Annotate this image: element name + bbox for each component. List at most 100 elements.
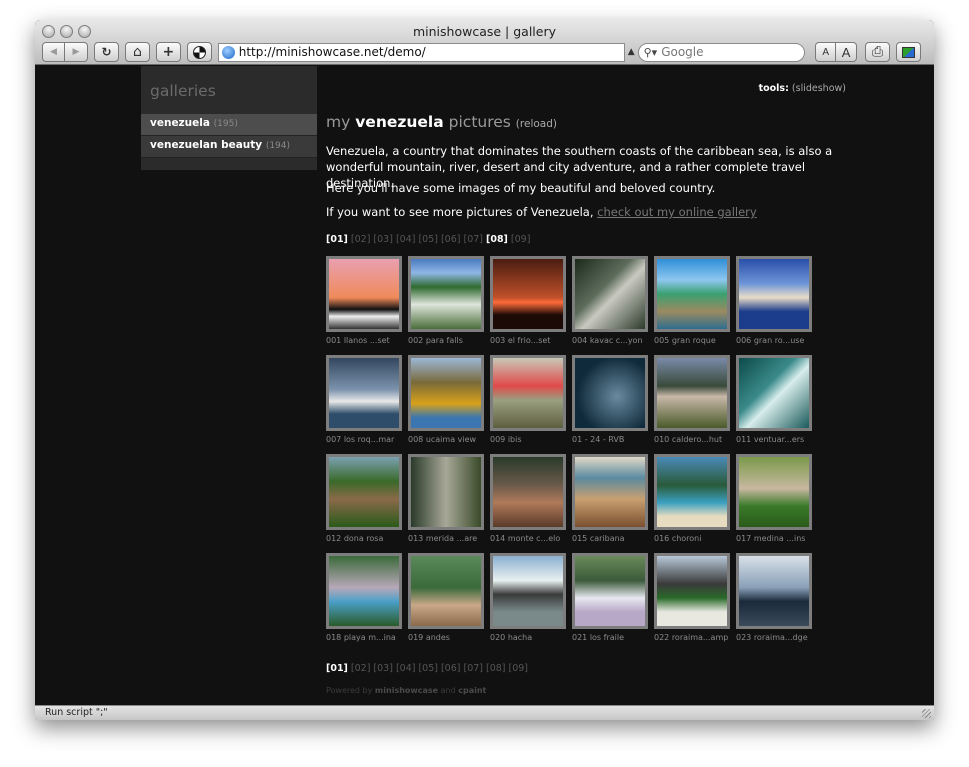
text-smaller-button[interactable]: A bbox=[815, 42, 837, 62]
thumbnail[interactable]: 012 dona rosa bbox=[326, 454, 402, 543]
thumbnail[interactable]: 010 caldero...hut bbox=[654, 355, 730, 444]
page-link[interactable]: [07] bbox=[463, 663, 483, 674]
thumbnail-image[interactable] bbox=[736, 454, 812, 530]
thumbnail-image[interactable] bbox=[490, 355, 566, 431]
page-link[interactable]: [06] bbox=[441, 234, 461, 245]
page-link[interactable]: [03] bbox=[373, 234, 393, 245]
thumbnail[interactable]: 006 gran ro...use bbox=[736, 256, 812, 345]
sidebar-item-label: venezuela bbox=[150, 117, 210, 129]
print-button[interactable]: ⎙ bbox=[865, 42, 891, 62]
snapback-button[interactable] bbox=[186, 42, 212, 62]
thumbnail-image[interactable] bbox=[654, 553, 730, 629]
add-bookmark-button[interactable]: + bbox=[155, 42, 181, 62]
powered-prefix: Powered by bbox=[326, 686, 375, 695]
page-link[interactable]: [03] bbox=[373, 663, 393, 674]
online-gallery-link[interactable]: check out my online gallery bbox=[597, 205, 757, 219]
thumbnail[interactable]: 002 para falls bbox=[408, 256, 484, 345]
thumbnail[interactable]: 01 - 24 - RVB bbox=[572, 355, 648, 444]
page-link[interactable]: [01] bbox=[326, 234, 348, 245]
page-link[interactable]: [09] bbox=[509, 663, 529, 674]
sidebar-item-venezuelan-beauty[interactable]: venezuelan beauty (194) bbox=[141, 136, 317, 158]
thumbnail-image[interactable] bbox=[572, 355, 648, 431]
thumbnail[interactable]: 003 el frio...set bbox=[490, 256, 566, 345]
thumbnail-image[interactable] bbox=[490, 256, 566, 332]
thumbnail[interactable]: 008 ucaima view bbox=[408, 355, 484, 444]
search-input[interactable]: ⚲▾ Google bbox=[637, 42, 806, 62]
page-link[interactable]: [09] bbox=[511, 234, 531, 245]
thumbnail[interactable]: 014 monte c...elo bbox=[490, 454, 566, 543]
reload-button[interactable]: ↻ bbox=[94, 42, 119, 62]
thumbnail-image[interactable] bbox=[490, 454, 566, 530]
thumbnail[interactable]: 016 choroni bbox=[654, 454, 730, 543]
text-bigger-button[interactable]: A bbox=[836, 42, 858, 62]
thumbnail[interactable]: 004 kavac c...yon bbox=[572, 256, 648, 345]
page-link[interactable]: [05] bbox=[418, 234, 438, 245]
thumbnail-image[interactable] bbox=[326, 355, 402, 431]
thumbnail-image[interactable] bbox=[326, 553, 402, 629]
thumbnail[interactable]: 015 caribana bbox=[572, 454, 648, 543]
thumbnail-image[interactable] bbox=[654, 355, 730, 431]
window-title: minishowcase | gallery bbox=[412, 24, 556, 39]
page-link[interactable]: [07] bbox=[463, 234, 483, 245]
slideshow-link[interactable]: (slideshow) bbox=[792, 83, 846, 94]
minishowcase-link[interactable]: minishowcase bbox=[375, 686, 438, 695]
thumbnail[interactable]: 011 ventuar...ers bbox=[736, 355, 812, 444]
window-button[interactable] bbox=[896, 42, 921, 62]
thumbnail[interactable]: 009 ibis bbox=[490, 355, 566, 444]
thumbnail[interactable]: 017 medina ...ins bbox=[736, 454, 812, 543]
intro-paragraph-3: If you want to see more pictures of Vene… bbox=[326, 204, 846, 220]
thumbnail[interactable]: 001 llanos ...set bbox=[326, 256, 402, 345]
reload-link[interactable]: (reload) bbox=[516, 118, 557, 130]
thumbnail-caption: 007 los roq...mar bbox=[326, 435, 395, 444]
cpaint-link[interactable]: cpaint bbox=[458, 686, 486, 695]
thumbnail-image[interactable] bbox=[408, 553, 484, 629]
page-link[interactable]: [01] bbox=[326, 663, 348, 674]
sidebar-item-venezuela[interactable]: venezuela (195) bbox=[141, 114, 317, 136]
thumbnail-image[interactable] bbox=[736, 256, 812, 332]
thumbnail[interactable]: 021 los fraile bbox=[572, 553, 648, 642]
thumbnail[interactable]: 005 gran roque bbox=[654, 256, 730, 345]
home-button[interactable]: ⌂ bbox=[124, 42, 150, 62]
thumbnail-image[interactable] bbox=[326, 454, 402, 530]
thumbnail[interactable]: 013 merida ...are bbox=[408, 454, 484, 543]
page-link[interactable]: [08] bbox=[486, 663, 506, 674]
title-gallery-name: venezuela bbox=[355, 113, 444, 131]
thumbnail-image[interactable] bbox=[408, 355, 484, 431]
browser-window: minishowcase | gallery ◀ ▶ ↻ ⌂ + http://… bbox=[35, 20, 934, 720]
add-icon: + bbox=[162, 44, 175, 60]
address-bar[interactable]: http://minishowcase.net/demo/ bbox=[217, 42, 625, 62]
thumbnail-image[interactable] bbox=[408, 454, 484, 530]
page-link[interactable]: [04] bbox=[396, 663, 416, 674]
page-link[interactable]: [04] bbox=[396, 234, 416, 245]
page-link[interactable]: [08] bbox=[486, 234, 508, 245]
tools-label: tools: bbox=[758, 83, 789, 94]
thumbnail[interactable]: 022 roraima...amp bbox=[654, 553, 730, 642]
thumbnail-image[interactable] bbox=[736, 355, 812, 431]
url-dropdown-icon[interactable]: ▲ bbox=[628, 47, 635, 57]
page-link[interactable]: [06] bbox=[441, 663, 461, 674]
thumbnail-image[interactable] bbox=[490, 553, 566, 629]
thumbnail-image[interactable] bbox=[408, 256, 484, 332]
thumbnail-image[interactable] bbox=[654, 454, 730, 530]
forward-button[interactable]: ▶ bbox=[65, 42, 88, 62]
thumbnail-image[interactable] bbox=[736, 553, 812, 629]
print-icon: ⎙ bbox=[871, 44, 884, 60]
thumbnail-caption: 022 roraima...amp bbox=[654, 633, 729, 642]
thumbnail-image[interactable] bbox=[326, 256, 402, 332]
thumbnail[interactable]: 023 roraima...dge bbox=[736, 553, 812, 642]
thumbnail[interactable]: 019 andes bbox=[408, 553, 484, 642]
powered-by: Powered by minishowcase and cpaint bbox=[326, 686, 486, 695]
resize-grip-icon[interactable] bbox=[922, 709, 931, 718]
thumbnail-image[interactable] bbox=[572, 553, 648, 629]
page-link[interactable]: [05] bbox=[418, 663, 438, 674]
thumbnail[interactable]: 020 hacha bbox=[490, 553, 566, 642]
page-link[interactable]: [02] bbox=[351, 234, 371, 245]
thumbnail[interactable]: 007 los roq...mar bbox=[326, 355, 402, 444]
thumbnail-image[interactable] bbox=[572, 454, 648, 530]
thumbnail-image[interactable] bbox=[572, 256, 648, 332]
thumbnail-caption: 010 caldero...hut bbox=[654, 435, 723, 444]
thumbnail[interactable]: 018 playa m...ina bbox=[326, 553, 402, 642]
thumbnail-image[interactable] bbox=[654, 256, 730, 332]
back-button[interactable]: ◀ bbox=[42, 42, 65, 62]
page-link[interactable]: [02] bbox=[351, 663, 371, 674]
